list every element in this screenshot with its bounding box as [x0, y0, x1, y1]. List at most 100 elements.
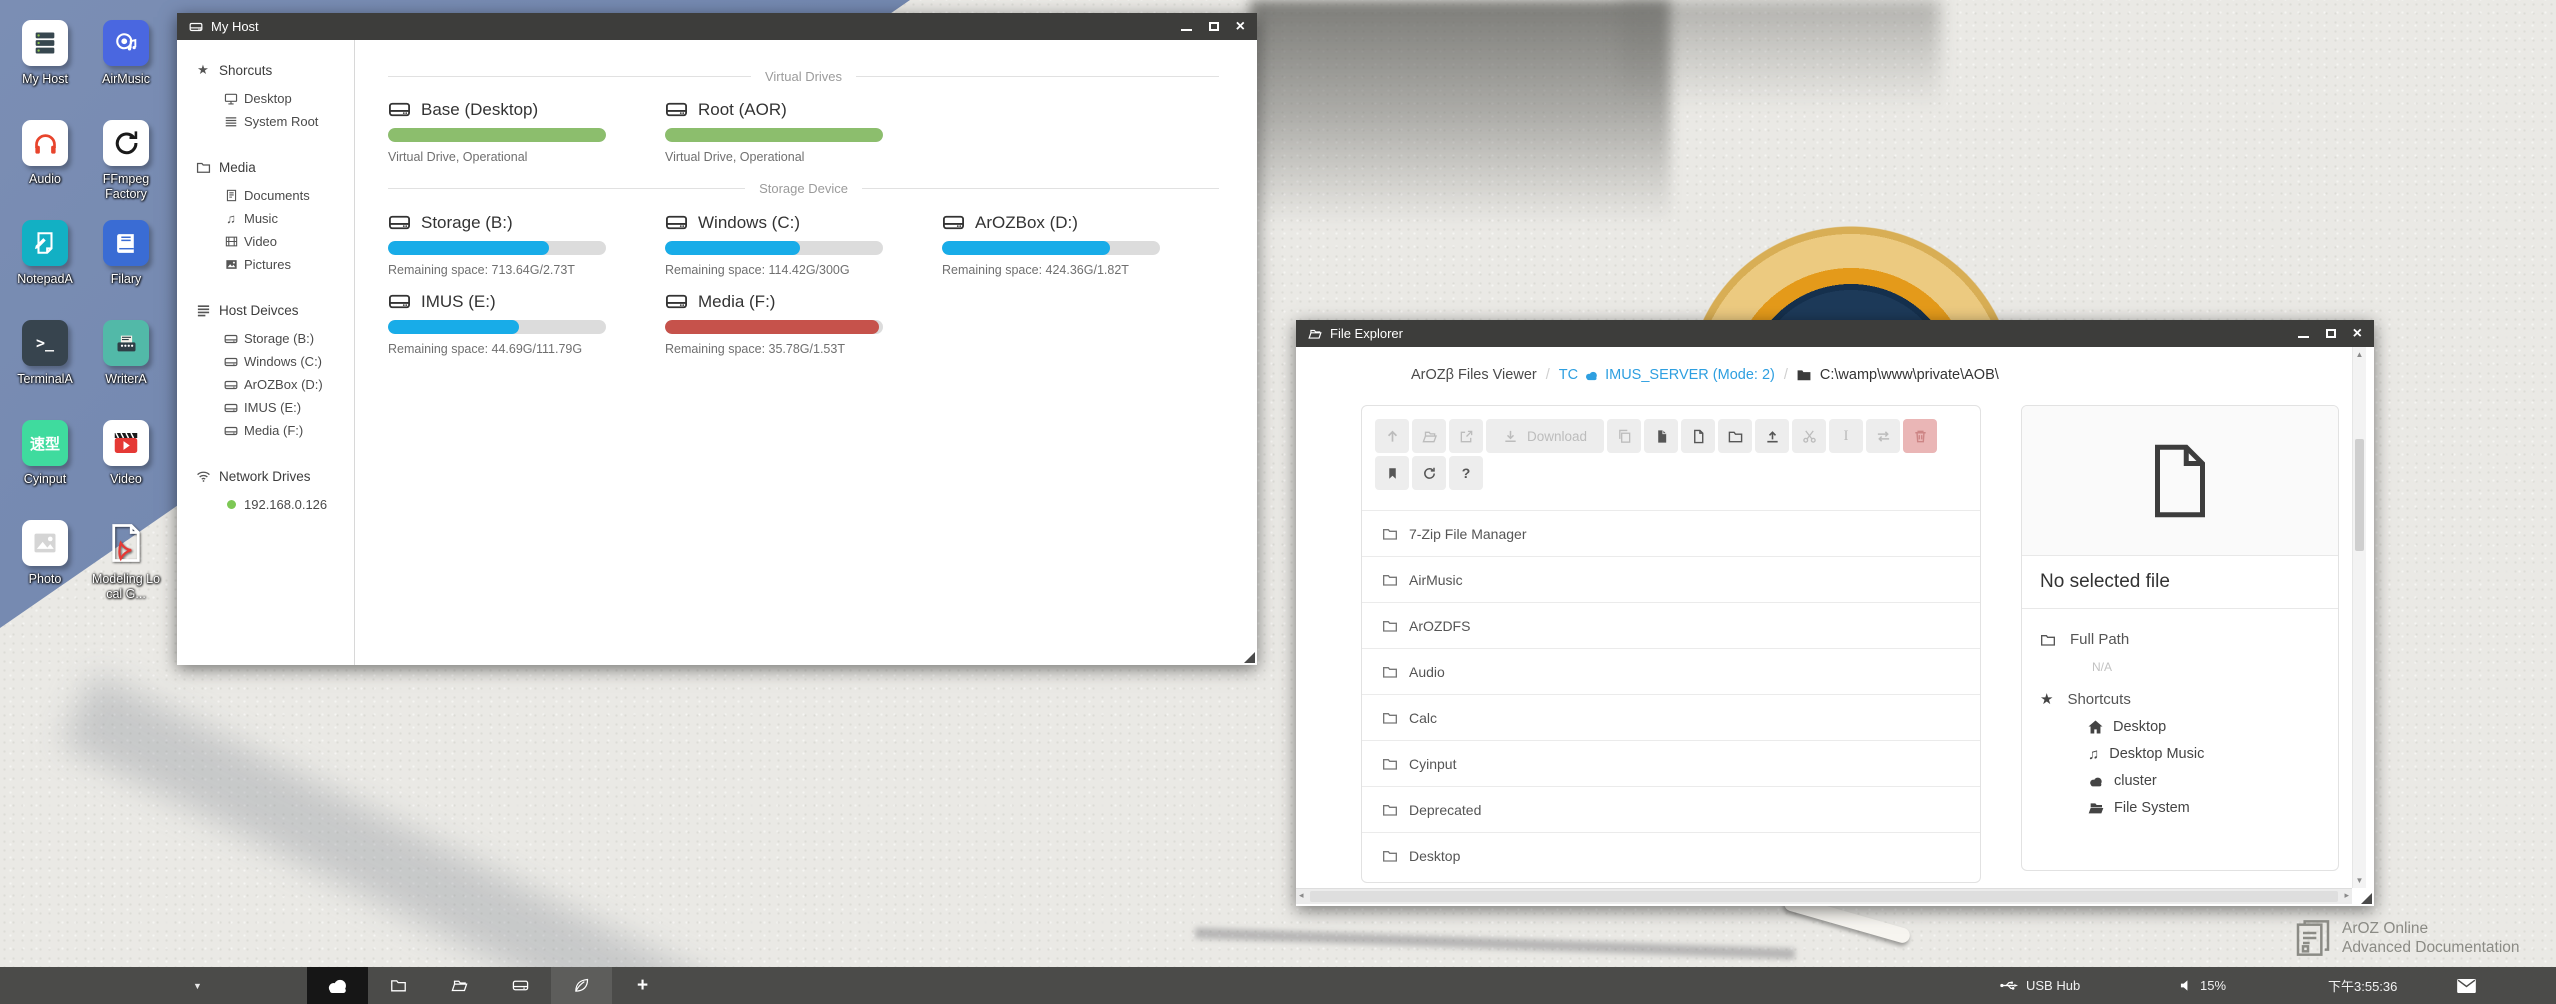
- taskbar-app-my-host[interactable]: [490, 967, 551, 1004]
- my-host-window: My Host × ★ Shorcuts Desktop: [177, 13, 1257, 665]
- help-button[interactable]: ?: [1449, 456, 1483, 490]
- sidebar-item-windows-c[interactable]: Windows (C:): [223, 350, 354, 373]
- file-row[interactable]: 7-Zip File Manager: [1362, 510, 1980, 556]
- sidebar-section-network-drives[interactable]: Network Drives: [195, 469, 354, 484]
- horizontal-scrollbar[interactable]: ◂ ▸: [1296, 888, 2352, 904]
- breadcrumb-path[interactable]: C:\wamp\www\private\AOB\: [1820, 367, 1999, 383]
- scroll-left-icon[interactable]: ◂: [1299, 890, 1304, 901]
- paste-button[interactable]: [1644, 419, 1678, 453]
- taskbar-app-leaf[interactable]: [551, 967, 612, 1004]
- sidebar-item-system-root[interactable]: System Root: [223, 110, 354, 133]
- sidebar-item-arozbox-d[interactable]: ArOZBox (D:): [223, 373, 354, 396]
- scrollbar-thumb[interactable]: [2355, 439, 2364, 551]
- desktop-icon-writera[interactable]: WriterA: [83, 320, 169, 387]
- desktop-icon-filary[interactable]: Filary: [83, 220, 169, 287]
- desktop-icon-terminala[interactable]: >_ TerminalA: [2, 320, 88, 387]
- sidebar-item-storage-b[interactable]: Storage (B:): [223, 327, 354, 350]
- refresh-button[interactable]: [1412, 456, 1446, 490]
- sidebar-item-network-192-168-0-126[interactable]: 192.168.0.126: [223, 493, 354, 516]
- desktop-icon-cyinput[interactable]: 速型 Cyinput: [2, 420, 88, 487]
- minimize-icon[interactable]: [1181, 29, 1192, 31]
- maximize-icon[interactable]: [1209, 22, 1219, 31]
- swap-button[interactable]: [1866, 419, 1900, 453]
- shortcut-desktop-music[interactable]: ♫ Desktop Music: [2088, 746, 2320, 762]
- desktop-icon-modeling-pdf[interactable]: Modeling Lo cal G...: [83, 520, 169, 602]
- sidebar-item-media-f[interactable]: Media (F:): [223, 419, 354, 442]
- taskbar-app-folder[interactable]: [368, 967, 429, 1004]
- drive-icon: [665, 290, 688, 313]
- drive-card-windows-c[interactable]: Windows (C:) Remaining space: 114.42G/30…: [665, 211, 883, 277]
- sidebar-item-music[interactable]: ♫ Music: [223, 207, 354, 230]
- window-resize-handle[interactable]: [2361, 893, 2372, 904]
- taskbar-app-file-explorer[interactable]: [429, 967, 490, 1004]
- window-resize-handle[interactable]: [1244, 652, 1255, 663]
- desktop-icon-ffmpeg-factory[interactable]: FFmpeg Factory: [83, 120, 169, 202]
- tray-clock[interactable]: 下午3:55:36: [2328, 967, 2397, 1004]
- sidebar-item-pictures[interactable]: Pictures: [223, 253, 354, 276]
- taskbar-app-cloud[interactable]: [307, 967, 368, 1004]
- drive-card-root[interactable]: Root (AOR) Virtual Drive, Operational: [665, 98, 883, 164]
- sidebar-section-media[interactable]: Media: [195, 160, 354, 175]
- drive-card-media-f[interactable]: Media (F:) Remaining space: 35.78G/1.53T: [665, 290, 883, 356]
- vertical-scrollbar[interactable]: ▲ ▼: [2352, 347, 2366, 888]
- drive-card-arozbox-d[interactable]: ArOZBox (D:) Remaining space: 424.36G/1.…: [942, 211, 1160, 277]
- new-folder-button[interactable]: [1718, 419, 1752, 453]
- new-file-button[interactable]: [1681, 419, 1715, 453]
- recycle-arrows-icon: [103, 120, 149, 166]
- external-link-button[interactable]: [1449, 419, 1483, 453]
- file-row[interactable]: Cyinput: [1362, 740, 1980, 786]
- sidebar-item-desktop[interactable]: Desktop: [223, 87, 354, 110]
- close-icon[interactable]: ×: [1236, 19, 1245, 35]
- cut-button[interactable]: [1792, 419, 1826, 453]
- breadcrumb-app[interactable]: ArOZβ Files Viewer: [1411, 367, 1537, 383]
- shortcut-cluster[interactable]: cluster: [2088, 773, 2320, 789]
- scrollbar-thumb[interactable]: [1310, 891, 2338, 902]
- close-icon[interactable]: ×: [2353, 326, 2362, 342]
- drive-name: Storage (B:): [421, 213, 513, 233]
- minimize-icon[interactable]: [2298, 336, 2309, 338]
- open-folder-button[interactable]: [1412, 419, 1446, 453]
- tray-messages[interactable]: [2457, 967, 2476, 1004]
- maximize-icon[interactable]: [2326, 329, 2336, 338]
- upload-button[interactable]: [1755, 419, 1789, 453]
- copy-button[interactable]: [1607, 419, 1641, 453]
- file-row[interactable]: Desktop: [1362, 832, 1980, 878]
- tray-usb[interactable]: USB Hub: [2000, 967, 2080, 1004]
- file-row[interactable]: Audio: [1362, 648, 1980, 694]
- desktop-icon-airmusic[interactable]: AirMusic: [83, 20, 169, 87]
- file-explorer-titlebar[interactable]: File Explorer ×: [1296, 320, 2374, 347]
- file-row[interactable]: Calc: [1362, 694, 1980, 740]
- desktop-icon-audio[interactable]: Audio: [2, 120, 88, 187]
- scroll-up-icon[interactable]: ▲: [2353, 350, 2366, 359]
- desktop-icon-notepada[interactable]: NotepadA: [2, 220, 88, 287]
- desktop-icon-my-host[interactable]: My Host: [2, 20, 88, 87]
- drive-card-imus-e[interactable]: IMUS (E:) Remaining space: 44.69G/111.79…: [388, 290, 606, 356]
- desktop-icon-video[interactable]: Video: [83, 420, 169, 487]
- up-button[interactable]: [1375, 419, 1409, 453]
- taskbar-app-add[interactable]: +: [612, 967, 673, 1004]
- drive-card-base[interactable]: Base (Desktop) Virtual Drive, Operationa…: [388, 98, 606, 164]
- sidebar-item-imus-e[interactable]: IMUS (E:): [223, 396, 354, 419]
- scroll-right-icon[interactable]: ▸: [2344, 890, 2349, 901]
- sidebar-item-documents[interactable]: Documents: [223, 184, 354, 207]
- sidebar-section-shortcuts[interactable]: ★ Shorcuts: [195, 62, 354, 78]
- taskbar-chevron-icon[interactable]: ▼: [193, 967, 202, 1004]
- shortcut-desktop[interactable]: Desktop: [2088, 719, 2320, 735]
- sidebar-item-video[interactable]: Video: [223, 230, 354, 253]
- breadcrumb-server-link[interactable]: TC IMUS_SERVER (Mode: 2): [1559, 367, 1775, 383]
- file-row[interactable]: ArOZDFS: [1362, 602, 1980, 648]
- scroll-down-icon[interactable]: ▼: [2353, 876, 2366, 885]
- sidebar-section-host-devices[interactable]: Host Deivces: [195, 303, 354, 318]
- file-row[interactable]: Deprecated: [1362, 786, 1980, 832]
- download-button[interactable]: Download: [1486, 419, 1604, 453]
- rename-button[interactable]: I: [1829, 419, 1863, 453]
- delete-button[interactable]: [1903, 419, 1937, 453]
- desktop-icon-photo[interactable]: Photo: [2, 520, 88, 587]
- my-host-titlebar[interactable]: My Host ×: [177, 13, 1257, 40]
- bookmark-button[interactable]: [1375, 456, 1409, 490]
- shortcut-file-system[interactable]: File System: [2088, 800, 2320, 816]
- folder-icon: [1797, 369, 1811, 381]
- file-row[interactable]: AirMusic: [1362, 556, 1980, 602]
- drive-card-storage-b[interactable]: Storage (B:) Remaining space: 713.64G/2.…: [388, 211, 606, 277]
- tray-volume[interactable]: 15%: [2180, 967, 2226, 1004]
